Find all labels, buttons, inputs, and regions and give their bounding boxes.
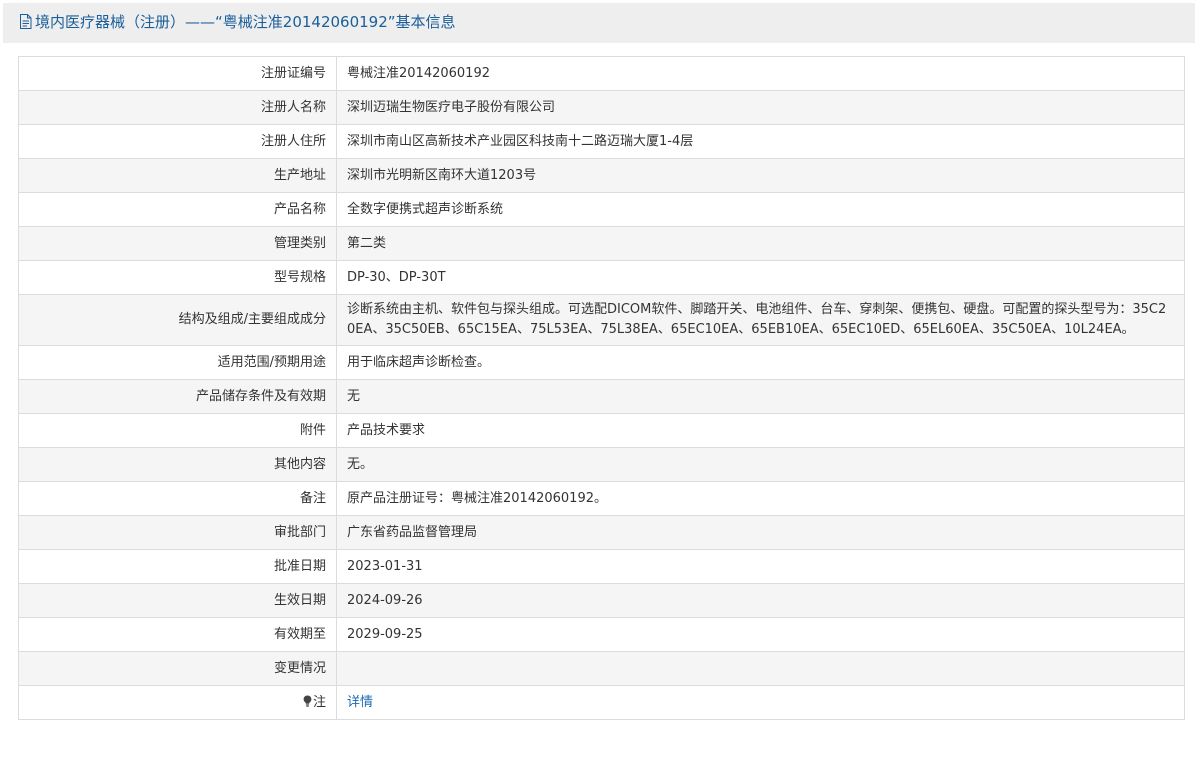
table-row: 注册人住所 深圳市南山区高新技术产业园区科技南十二路迈瑞大厦1-4层 [18, 124, 1185, 159]
row-label-registrant-address: 注册人住所 [18, 124, 337, 159]
table-row: 备注 原产品注册证号：粤械注准20142060192。 [18, 481, 1185, 516]
row-value-approval-date: 2023-01-31 [336, 549, 1185, 584]
row-value-note: 详情 [336, 685, 1185, 720]
table-row: 附件 产品技术要求 [18, 413, 1185, 448]
panel-body: 注册证编号 粤械注准20142060192 注册人名称 深圳迈瑞生物医疗电子股份… [3, 43, 1195, 764]
note-label: 注 [312, 694, 326, 710]
info-table: 注册证编号 粤械注准20142060192 注册人名称 深圳迈瑞生物医疗电子股份… [18, 56, 1185, 720]
row-label-model-spec: 型号规格 [18, 260, 337, 295]
row-value-valid-until: 2029-09-25 [336, 617, 1185, 652]
row-label-storage-conditions: 产品储存条件及有效期 [18, 379, 337, 414]
row-label-structure-composition: 结构及组成/主要组成成分 [18, 294, 337, 346]
row-value-remarks: 原产品注册证号：粤械注准20142060192。 [336, 481, 1185, 516]
table-row: 批准日期 2023-01-31 [18, 549, 1185, 584]
document-icon [19, 5, 32, 42]
row-label-approval-date: 批准日期 [18, 549, 337, 584]
row-label-production-address: 生产地址 [18, 158, 337, 193]
row-label-valid-until: 有效期至 [18, 617, 337, 652]
row-label-product-name: 产品名称 [18, 192, 337, 227]
row-value-attachment: 产品技术要求 [336, 413, 1185, 448]
table-row: 结构及组成/主要组成成分 诊断系统由主机、软件包与探头组成。可选配DICOM软件… [18, 294, 1185, 346]
table-row: 有效期至 2029-09-25 [18, 617, 1185, 652]
table-row: 生效日期 2024-09-26 [18, 583, 1185, 618]
details-link[interactable]: 详情 [347, 695, 373, 710]
table-row: 注 详情 [18, 685, 1185, 720]
table-row: 注册人名称 深圳迈瑞生物医疗电子股份有限公司 [18, 90, 1185, 125]
row-label-attachment: 附件 [18, 413, 337, 448]
row-value-model-spec: DP-30、DP-30T [336, 260, 1185, 295]
table-row: 产品名称 全数字便携式超声诊断系统 [18, 192, 1185, 227]
row-value-storage-conditions: 无 [336, 379, 1185, 414]
row-value-structure-composition: 诊断系统由主机、软件包与探头组成。可选配DICOM软件、脚踏开关、电池组件、台车… [336, 294, 1185, 346]
row-value-intended-use: 用于临床超声诊断检查。 [336, 345, 1185, 380]
row-label-management-category: 管理类别 [18, 226, 337, 261]
table-row: 产品储存条件及有效期 无 [18, 379, 1185, 414]
table-row: 适用范围/预期用途 用于临床超声诊断检查。 [18, 345, 1185, 380]
row-label-registrant-name: 注册人名称 [18, 90, 337, 125]
table-row: 审批部门 广东省药品监督管理局 [18, 515, 1185, 550]
table-row: 生产地址 深圳市光明新区南环大道1203号 [18, 158, 1185, 193]
row-label-change-history: 变更情况 [18, 651, 337, 686]
row-label-remarks: 备注 [18, 481, 337, 516]
row-value-management-category: 第二类 [336, 226, 1185, 261]
panel-header: 境内医疗器械（注册）——“粤械注准20142060192”基本信息 [3, 3, 1195, 42]
table-row: 注册证编号 粤械注准20142060192 [18, 56, 1185, 91]
row-value-registrant-address: 深圳市南山区高新技术产业园区科技南十二路迈瑞大厦1-4层 [336, 124, 1185, 159]
table-row: 其他内容 无。 [18, 447, 1185, 482]
table-row: 管理类别 第二类 [18, 226, 1185, 261]
row-label-intended-use: 适用范围/预期用途 [18, 345, 337, 380]
row-label-effective-date: 生效日期 [18, 583, 337, 618]
table-row: 型号规格 DP-30、DP-30T [18, 260, 1185, 295]
row-label-approval-department: 审批部门 [18, 515, 337, 550]
row-value-effective-date: 2024-09-26 [336, 583, 1185, 618]
row-value-product-name: 全数字便携式超声诊断系统 [336, 192, 1185, 227]
row-value-approval-department: 广东省药品监督管理局 [336, 515, 1185, 550]
info-panel: 境内医疗器械（注册）——“粤械注准20142060192”基本信息 注册证编号 … [3, 3, 1195, 764]
row-value-registration-number: 粤械注准20142060192 [336, 56, 1185, 91]
table-row: 变更情况 [18, 651, 1185, 686]
row-value-registrant-name: 深圳迈瑞生物医疗电子股份有限公司 [336, 90, 1185, 125]
row-value-other-content: 无。 [336, 447, 1185, 482]
row-value-production-address: 深圳市光明新区南环大道1203号 [336, 158, 1185, 193]
row-label-note: 注 [18, 685, 337, 720]
row-label-registration-number: 注册证编号 [18, 56, 337, 91]
row-label-other-content: 其他内容 [18, 447, 337, 482]
page-title: 境内医疗器械（注册）——“粤械注准20142060192”基本信息 [35, 13, 456, 31]
row-value-change-history [336, 651, 1185, 686]
lightbulb-icon [303, 694, 312, 707]
